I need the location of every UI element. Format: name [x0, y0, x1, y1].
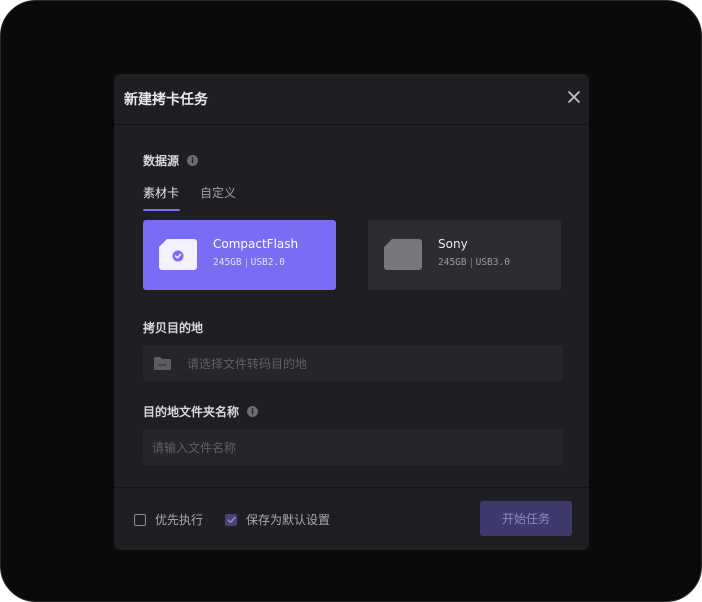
- tab-material-card[interactable]: 素材卡: [143, 184, 181, 211]
- source-label-row: 数据源 i: [143, 152, 199, 169]
- card-sony[interactable]: Sony 245GB USB3.0: [368, 220, 561, 290]
- card-icon: [384, 239, 422, 270]
- priority-checkbox[interactable]: [134, 513, 146, 526]
- save-default-checkbox-row[interactable]: 保存为默认设置: [225, 511, 330, 528]
- folder-name-input[interactable]: 请输入文件名称: [143, 429, 563, 465]
- folder-name-placeholder: 请输入文件名称: [152, 440, 237, 455]
- card-check-icon: [159, 239, 197, 270]
- priority-checkbox-row[interactable]: 优先执行: [134, 511, 203, 528]
- card-name: CompactFlash: [213, 237, 299, 251]
- destination-placeholder: 请选择文件转码目的地: [187, 356, 308, 371]
- card-name: Sony: [438, 237, 468, 251]
- checkmark-icon: [226, 516, 236, 523]
- priority-label: 优先执行: [155, 513, 204, 527]
- close-icon[interactable]: [567, 90, 581, 104]
- destination-picker[interactable]: 请选择文件转码目的地: [143, 345, 563, 381]
- card-meta: 245GB USB2.0: [213, 257, 285, 268]
- card-size: 245GB: [213, 257, 242, 268]
- app-window: 新建拷卡任务 数据源 i 素材卡 自定义 CompactFlash 245GB …: [0, 0, 702, 602]
- card-interface: USB2.0: [250, 257, 285, 268]
- card-meta: 245GB USB3.0: [438, 257, 510, 268]
- start-task-button[interactable]: 开始任务: [480, 501, 572, 536]
- meta-divider: [470, 257, 472, 268]
- footer-divider: [114, 487, 589, 488]
- tab-custom[interactable]: 自定义: [200, 184, 236, 211]
- folder-name-label-row: 目的地文件夹名称 i: [143, 403, 259, 420]
- source-label: 数据源: [143, 154, 180, 168]
- info-icon[interactable]: i: [247, 406, 259, 417]
- dialog-header: 新建拷卡任务: [114, 74, 589, 125]
- meta-divider: [245, 257, 247, 268]
- card-compactflash[interactable]: CompactFlash 245GB USB2.0: [143, 220, 336, 290]
- save-default-label: 保存为默认设置: [246, 513, 331, 527]
- info-icon[interactable]: i: [187, 155, 199, 166]
- save-default-checkbox[interactable]: [225, 513, 237, 526]
- new-copy-task-dialog: 新建拷卡任务 数据源 i 素材卡 自定义 CompactFlash 245GB …: [114, 74, 589, 550]
- dialog-title: 新建拷卡任务: [124, 92, 208, 108]
- folder-name-label: 目的地文件夹名称: [143, 405, 240, 419]
- folder-icon: [154, 356, 171, 370]
- destination-label-row: 拷贝目的地: [143, 319, 203, 336]
- card-size: 245GB: [438, 257, 467, 268]
- card-interface: USB3.0: [475, 257, 510, 268]
- destination-label: 拷贝目的地: [143, 321, 204, 335]
- source-tabs: 素材卡 自定义: [143, 184, 257, 211]
